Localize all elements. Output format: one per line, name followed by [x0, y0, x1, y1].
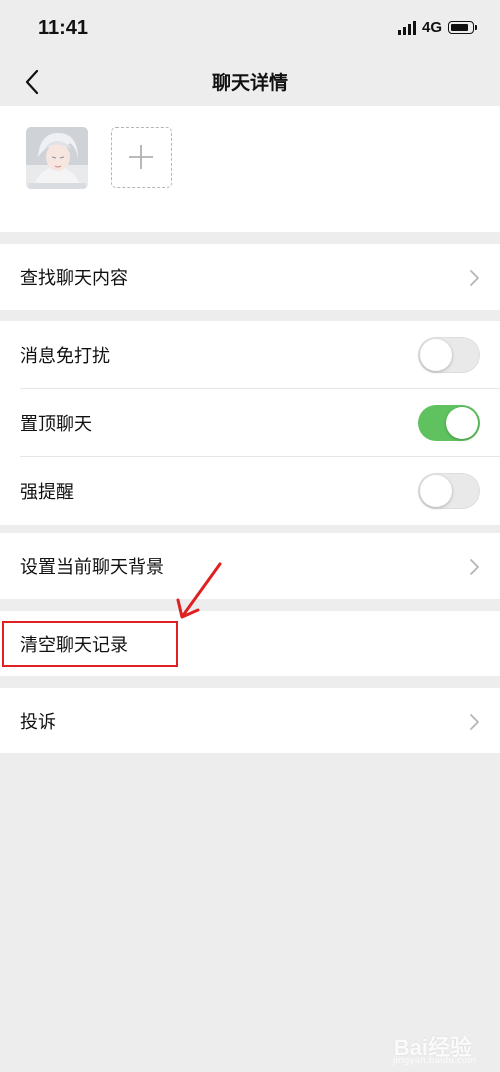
background-group: 设置当前聊天背景 [0, 533, 500, 599]
chat-background-label: 设置当前聊天背景 [20, 557, 164, 578]
plus-icon [129, 145, 153, 169]
report-label: 投诉 [20, 711, 56, 733]
add-member-button[interactable] [111, 127, 172, 188]
pin-toggle[interactable] [418, 405, 480, 441]
alert-toggle[interactable] [418, 473, 480, 509]
annotation-arrow-icon [176, 562, 222, 619]
network-type: 4G [421, 19, 442, 36]
status-indicators: 4G [397, 19, 477, 36]
alert-row: 强提醒 [0, 457, 500, 525]
pin-label: 置顶聊天 [20, 414, 92, 435]
pin-row: 置顶聊天 [0, 389, 500, 457]
chat-background-row[interactable]: 设置当前聊天背景 [0, 533, 500, 599]
chevron-right-icon [470, 714, 479, 730]
mute-row: 消息免打扰 [0, 321, 500, 389]
search-chat-row[interactable]: 查找聊天内容 [0, 244, 500, 310]
watermark-url: jingyan.baidu.com [392, 1056, 476, 1066]
chevron-right-icon [470, 559, 479, 575]
mute-label: 消息免打扰 [20, 346, 110, 367]
search-group: 查找聊天内容 [0, 244, 500, 310]
status-time: 11:41 [38, 17, 89, 39]
member-avatar[interactable] [26, 127, 88, 189]
battery-icon [448, 21, 477, 34]
alert-label: 强提醒 [20, 482, 74, 503]
search-chat-label: 查找聊天内容 [20, 268, 128, 289]
chevron-right-icon [470, 270, 479, 286]
report-group: 投诉 [0, 688, 500, 753]
toggle-knob [420, 475, 452, 507]
toggle-knob [420, 339, 452, 371]
nav-bar: 聊天详情 [0, 58, 500, 106]
avatar-image [26, 127, 88, 189]
page-title: 聊天详情 [211, 72, 288, 94]
toggle-group: 消息免打扰 置顶聊天 强提醒 [0, 321, 500, 525]
report-row[interactable]: 投诉 [0, 688, 500, 753]
annotation-highlight-box [2, 621, 178, 667]
mute-toggle[interactable] [418, 337, 480, 373]
signal-icon [397, 20, 416, 35]
status-bar: 11:41 4G [0, 0, 500, 58]
toggle-knob [446, 407, 478, 439]
